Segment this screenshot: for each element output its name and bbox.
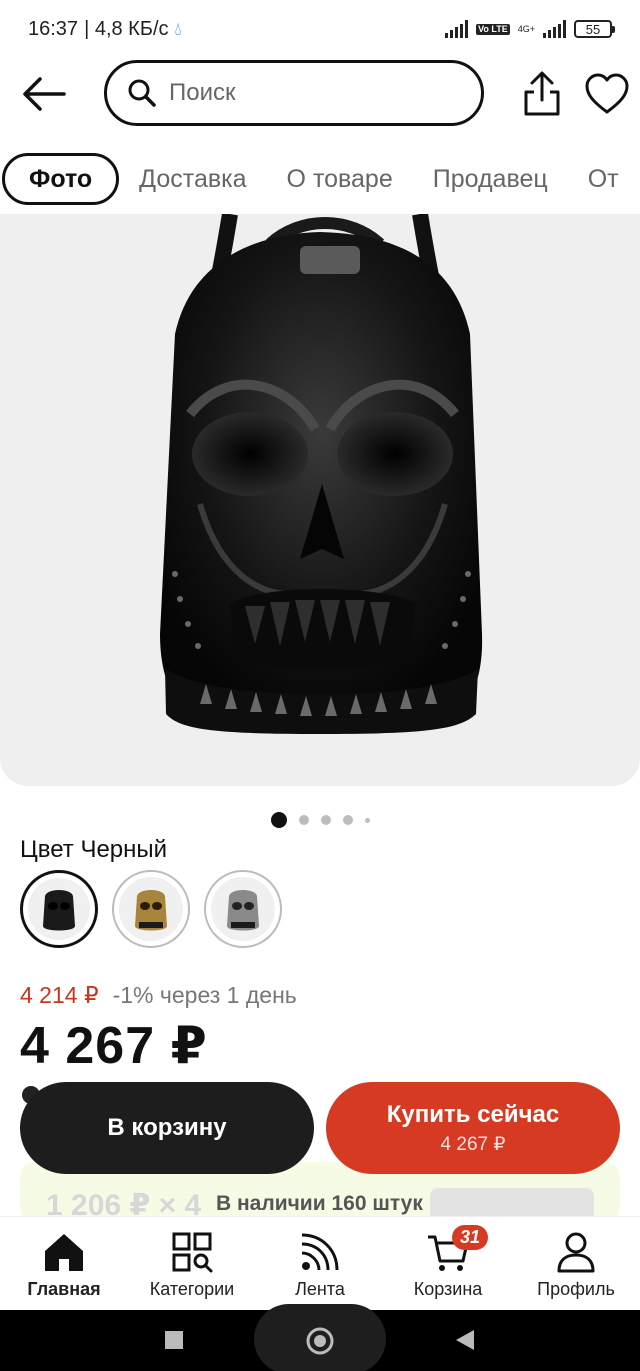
circle-icon — [306, 1327, 334, 1355]
pagination-dot[interactable] — [342, 815, 353, 825]
system-nav-bar — [0, 1304, 640, 1371]
tab-photo[interactable]: Фото — [2, 153, 120, 205]
color-option-gold[interactable] — [112, 870, 190, 948]
gallery-pagination — [0, 812, 640, 828]
add-to-cart-button[interactable]: В корзину — [20, 1082, 314, 1174]
header — [0, 60, 640, 128]
pagination-dot[interactable] — [364, 817, 370, 823]
feed-icon — [301, 1233, 339, 1271]
price-forecast: 4 214 ₽ -1% через 1 день — [20, 982, 297, 1009]
profile-icon — [557, 1232, 595, 1273]
status-bar: 16:37 | 4,8 КБ/с 💧︎ Vo LTE 4G+ 55 — [0, 0, 640, 58]
nav-profile[interactable]: Профиль — [512, 1217, 640, 1310]
current-price: 4 267 ₽ — [20, 1017, 208, 1075]
skull-thumb-gold — [135, 890, 167, 931]
color-label: Цвет Черный — [20, 836, 168, 863]
nav-label: Категории — [149, 1279, 235, 1299]
search-icon — [128, 79, 156, 107]
pagination-dot[interactable] — [298, 815, 309, 825]
color-option-black[interactable] — [20, 870, 98, 948]
skull-thumb-silver — [227, 890, 259, 931]
future-price: 4 214 ₽ — [20, 982, 99, 1008]
back-button[interactable] — [20, 74, 68, 114]
home-icon — [45, 1234, 83, 1271]
status-time: 16:37 — [28, 17, 79, 40]
share-icon — [524, 71, 560, 116]
color-options — [20, 870, 282, 948]
nav-label: Профиль — [537, 1279, 615, 1299]
tab-about[interactable]: О товаре — [267, 153, 413, 205]
categories-icon — [172, 1232, 213, 1273]
search-input[interactable] — [169, 79, 449, 107]
stock-count: В наличии 160 штук — [216, 1192, 423, 1215]
back-nav-button[interactable] — [454, 1328, 476, 1357]
droplet-icon: 💧︎ — [174, 18, 182, 39]
square-icon — [165, 1331, 183, 1349]
status-speed: | 4,8 КБ/с — [84, 17, 169, 40]
bottom-nav: Главная Категории Лента 31 Корзина Профи… — [0, 1216, 640, 1310]
favorite-button[interactable] — [584, 72, 630, 116]
cart-badge: 31 — [452, 1225, 489, 1250]
home-button[interactable] — [305, 1326, 335, 1361]
nav-home[interactable]: Главная — [0, 1217, 128, 1310]
nav-categories[interactable]: Категории — [128, 1217, 256, 1310]
buy-now-label: Купить сейчас — [386, 1100, 560, 1128]
skull-backpack-image — [160, 214, 483, 734]
product-photo[interactable] — [0, 214, 640, 786]
battery-icon: 55 — [574, 20, 615, 38]
color-option-silver[interactable] — [204, 870, 282, 948]
buy-now-price: 4 267 ₽ — [440, 1133, 506, 1155]
nav-label: Лента — [295, 1279, 345, 1299]
volte-icon: Vo LTE — [476, 23, 510, 35]
arrow-left-icon — [23, 77, 66, 111]
discount-note: -1% через 1 день — [112, 982, 297, 1008]
share-button[interactable] — [520, 70, 564, 118]
search-bar[interactable] — [104, 60, 484, 126]
signal-icon — [445, 20, 469, 38]
signal-icon-2 — [543, 20, 566, 38]
pagination-dot[interactable] — [270, 812, 287, 828]
pagination-dot[interactable] — [320, 815, 331, 825]
nav-label: Корзина — [413, 1279, 483, 1299]
recents-button[interactable] — [164, 1330, 184, 1355]
tab-seller[interactable]: Продавец — [413, 153, 568, 205]
section-tabs: Фото Доставка О товаре Продавец От — [0, 150, 640, 208]
skull-thumb-black — [43, 890, 75, 931]
triangle-back-icon — [456, 1330, 474, 1350]
tab-reviews[interactable]: От — [568, 153, 639, 205]
nav-feed[interactable]: Лента — [256, 1217, 384, 1310]
buy-now-button[interactable]: Купить сейчас 4 267 ₽ — [326, 1082, 620, 1174]
heart-icon — [585, 73, 629, 114]
network-type: 4G+ — [517, 23, 535, 34]
tab-delivery[interactable]: Доставка — [119, 153, 266, 205]
nav-cart[interactable]: 31 Корзина — [384, 1217, 512, 1310]
nav-label: Главная — [27, 1279, 101, 1299]
